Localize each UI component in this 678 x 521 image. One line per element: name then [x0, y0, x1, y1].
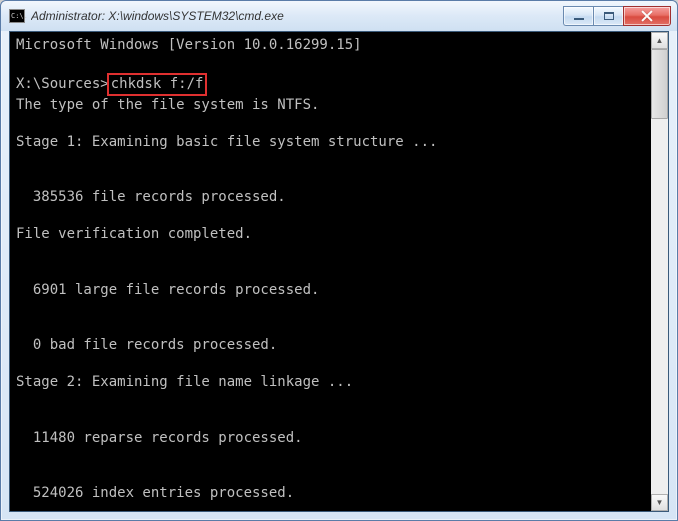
window-controls — [563, 6, 671, 26]
close-button[interactable] — [623, 6, 671, 26]
scroll-up-button[interactable]: ▲ — [651, 32, 668, 49]
terminal-line — [16, 151, 645, 170]
terminal-line: Microsoft Windows [Version 10.0.16299.15… — [16, 36, 645, 55]
terminal-line — [16, 244, 645, 263]
highlighted-command: chkdsk f:/f — [107, 73, 208, 96]
terminal-line: File verification completed. — [16, 225, 645, 244]
minimize-button[interactable] — [563, 6, 593, 26]
maximize-icon — [604, 12, 614, 20]
terminal-line — [16, 355, 645, 374]
window-frame: C:\. Administrator: X:\windows\SYSTEM32\… — [0, 0, 678, 521]
terminal-line: 11480 reparse records processed. — [16, 429, 645, 448]
terminal-output[interactable]: Microsoft Windows [Version 10.0.16299.15… — [10, 32, 651, 511]
prompt-prefix: X:\Sources> — [16, 76, 109, 92]
minimize-icon — [574, 18, 584, 20]
terminal-line — [16, 207, 645, 226]
terminal-prompt-line: X:\Sources>chkdsk f:/f — [16, 73, 645, 96]
terminal-line — [16, 318, 645, 337]
terminal-line — [16, 299, 645, 318]
terminal-line — [16, 114, 645, 133]
vertical-scrollbar[interactable]: ▲ ▼ — [651, 32, 668, 511]
terminal-line: The type of the file system is NTFS. — [16, 96, 645, 115]
terminal-line — [16, 410, 645, 429]
terminal-line — [16, 447, 645, 466]
terminal-line — [16, 262, 645, 281]
terminal-line — [16, 170, 645, 189]
terminal-line: 6901 large file records processed. — [16, 281, 645, 300]
terminal-line — [16, 55, 645, 74]
close-icon — [641, 10, 653, 22]
terminal-line — [16, 392, 645, 411]
client-area: Microsoft Windows [Version 10.0.16299.15… — [9, 31, 669, 512]
maximize-button[interactable] — [593, 6, 623, 26]
terminal-line: 0 bad file records processed. — [16, 336, 645, 355]
terminal-line: Stage 1: Examining basic file system str… — [16, 133, 645, 152]
scroll-down-button[interactable]: ▼ — [651, 494, 668, 511]
scroll-track[interactable] — [651, 49, 668, 494]
terminal-line: 524026 index entries processed. — [16, 484, 645, 503]
terminal-line: 385536 file records processed. — [16, 188, 645, 207]
window-title: Administrator: X:\windows\SYSTEM32\cmd.e… — [31, 9, 563, 23]
cmd-icon: C:\. — [9, 9, 25, 23]
terminal-line: Stage 2: Examining file name linkage ... — [16, 373, 645, 392]
terminal-line — [16, 466, 645, 485]
terminal-line — [16, 503, 645, 512]
scroll-thumb[interactable] — [651, 49, 668, 119]
title-bar[interactable]: C:\. Administrator: X:\windows\SYSTEM32\… — [1, 1, 677, 31]
